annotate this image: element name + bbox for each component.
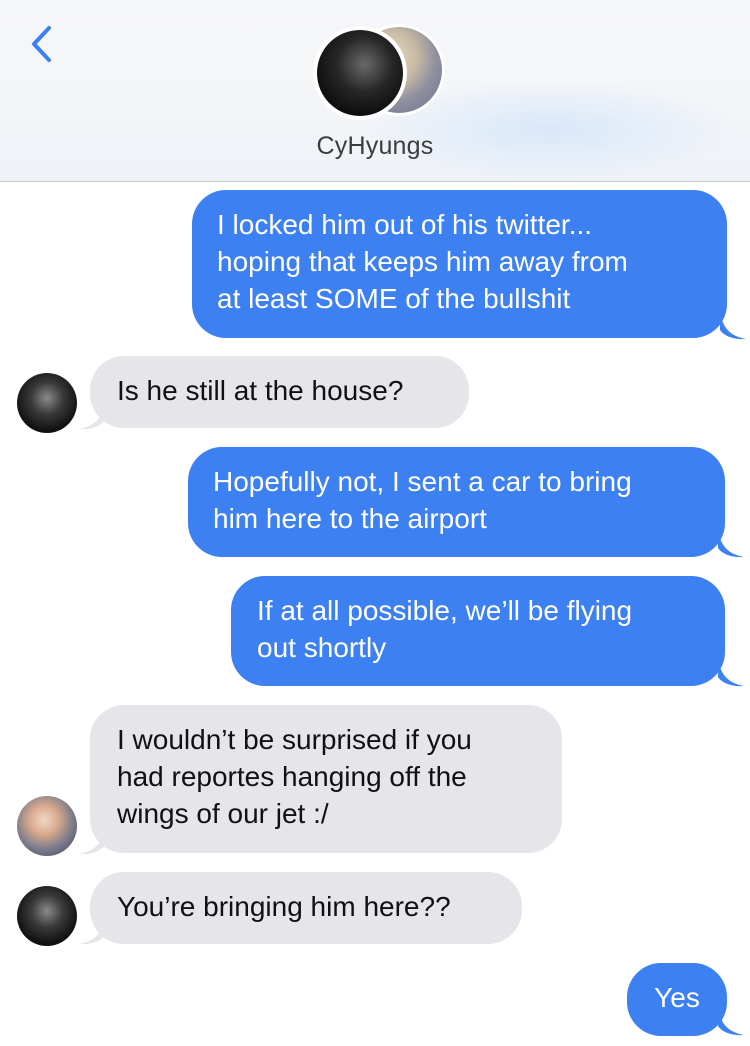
contact-avatar[interactable]	[17, 373, 77, 433]
back-button[interactable]	[22, 22, 62, 66]
message-bubble-incoming[interactable]: You’re bringing him here??	[90, 872, 522, 944]
message-bubble-incoming[interactable]: Is he still at the house?	[90, 356, 469, 428]
bubble-tail	[79, 825, 105, 855]
bubble-tail	[79, 400, 105, 430]
bubble-tail	[720, 310, 746, 340]
chevron-left-icon	[32, 26, 51, 62]
bubble-tail	[718, 657, 744, 687]
contact-avatar[interactable]	[17, 886, 77, 946]
group-member-avatar-1	[313, 26, 407, 120]
message-bubble-outgoing[interactable]: If at all possible, we’ll be flying out …	[231, 576, 725, 686]
message-bubble-incoming[interactable]: I wouldn’t be surprised if you had repor…	[90, 705, 562, 853]
conversation-header: CyHyungs	[0, 0, 750, 182]
group-avatar-stack[interactable]	[313, 22, 445, 120]
contact-avatar[interactable]	[17, 796, 77, 856]
message-bubble-outgoing[interactable]: I locked him out of his twitter... hopin…	[192, 190, 727, 338]
bubble-tail	[718, 1006, 744, 1036]
message-bubble-outgoing[interactable]: Hopefully not, I sent a car to bring him…	[188, 447, 725, 557]
message-bubble-outgoing[interactable]: Yes	[627, 963, 727, 1036]
bubble-tail	[79, 915, 105, 945]
bubble-tail	[718, 528, 744, 558]
conversation-title[interactable]: CyHyungs	[0, 132, 750, 161]
